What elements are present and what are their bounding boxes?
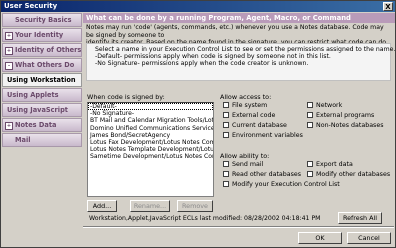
sidebar-item-label: Using Workstation xyxy=(7,76,76,84)
section-header: What can be done by a running Program, A… xyxy=(83,13,395,23)
rename-button[interactable]: Rename... xyxy=(130,200,170,212)
checkbox-box[interactable] xyxy=(307,171,313,177)
current-database-checkbox[interactable]: Current database xyxy=(223,122,287,130)
ability-label: Allow ability to: xyxy=(220,152,270,160)
list-item[interactable]: -No Signature- xyxy=(88,110,213,117)
sidebar-item-label: Mail xyxy=(15,136,31,144)
read-other-databases-checkbox[interactable]: Read other databases xyxy=(223,171,301,179)
checkbox-label: Read other databases xyxy=(232,171,302,178)
modify-other-databases-checkbox[interactable]: Modify other databases xyxy=(307,171,390,179)
checkbox-label: External code xyxy=(232,112,276,119)
sidebar-item-identity-of-others[interactable]: + Identity of Others xyxy=(2,43,82,57)
checkbox-box[interactable] xyxy=(307,122,313,128)
checkbox-label: File system xyxy=(232,102,268,109)
expand-icon[interactable]: + xyxy=(5,32,13,40)
user-security-window: User Security X Security Basics + Your I… xyxy=(0,0,396,248)
title-bar: User Security X xyxy=(1,1,395,12)
sidebar-item-using-applets[interactable]: Using Applets xyxy=(2,88,82,102)
sidebar-item-using-javascript[interactable]: Using JavaScript xyxy=(2,103,82,117)
checkbox-label: Current database xyxy=(232,122,287,129)
checkbox-label: Send mail xyxy=(232,161,264,168)
expand-icon[interactable]: + xyxy=(5,47,13,55)
network-checkbox[interactable]: Network xyxy=(307,102,342,110)
list-item[interactable]: Domino Unified Communications Services/L… xyxy=(88,125,213,132)
list-item[interactable]: BT Mail and Calendar Migration Tools/Lot… xyxy=(88,117,213,124)
sidebar-item-using-workstation[interactable]: Using Workstation xyxy=(2,73,82,87)
divider xyxy=(83,226,394,228)
sidebar-item-label: What Others Do xyxy=(15,61,75,69)
modify-ecl-checkbox[interactable]: Modify your Execution Control List xyxy=(223,181,340,189)
list-item[interactable]: -Default- xyxy=(88,103,213,111)
sidebar-item-label: Security Basics xyxy=(15,16,72,24)
checkbox-box[interactable] xyxy=(223,112,229,118)
sidebar-item-label: Using Applets xyxy=(7,91,59,99)
external-code-checkbox[interactable]: External code xyxy=(223,112,275,120)
list-item[interactable]: Lotus Notes Template Development/Lotus N… xyxy=(88,146,213,153)
close-button[interactable]: X xyxy=(383,2,393,11)
info-line: -No Signature- permissions apply when th… xyxy=(95,60,309,68)
checkbox-box[interactable] xyxy=(223,181,229,187)
checkbox-label: Export data xyxy=(316,161,353,168)
send-mail-checkbox[interactable]: Send mail xyxy=(223,161,263,169)
intro-line: Notes may run 'code' (agents, commands, … xyxy=(86,24,384,39)
cancel-button[interactable]: Cancel xyxy=(347,232,391,244)
list-item[interactable]: James Bond/SecretAgency xyxy=(88,132,213,139)
environment-variables-checkbox[interactable]: Environment variables xyxy=(223,132,303,140)
sidebar-item-label: Using JavaScript xyxy=(7,106,68,114)
export-data-checkbox[interactable]: Export data xyxy=(307,161,353,169)
add-button[interactable]: Add... xyxy=(87,200,117,212)
sidebar-item-label: Notes Data xyxy=(15,121,57,129)
last-modified-status: Workstation,Applet,JavaScript ECLs last … xyxy=(89,215,321,222)
checkbox-box[interactable] xyxy=(223,132,229,138)
sidebar-item-your-identity[interactable]: + Your Identity xyxy=(2,28,82,42)
sidebar-item-label: Your Identity xyxy=(15,31,64,39)
info-box: Select a name in your Execution Control … xyxy=(86,43,396,81)
checkbox-box[interactable] xyxy=(307,102,313,108)
signed-by-label: When code is signed by: xyxy=(87,93,165,101)
info-line: Select a name in your Execution Control … xyxy=(95,46,396,53)
checkbox-label: Non-Notes databases xyxy=(316,122,384,129)
info-line: -Default- permissions apply when code is… xyxy=(95,53,331,61)
list-item[interactable]: Lotus Fax Development/Lotus Notes Compan… xyxy=(88,139,213,146)
sidebar: Security Basics + Your Identity + Identi… xyxy=(2,13,82,147)
ok-button[interactable]: OK xyxy=(298,232,342,244)
checkbox-box[interactable] xyxy=(307,112,313,118)
checkbox-box[interactable] xyxy=(307,161,313,167)
checkbox-box[interactable] xyxy=(223,102,229,108)
remove-button[interactable]: Remove xyxy=(177,200,213,212)
sidebar-item-notes-data[interactable]: + Notes Data xyxy=(2,118,82,132)
expand-icon[interactable]: + xyxy=(5,122,13,130)
checkbox-label: External programs xyxy=(316,112,375,119)
collapse-icon[interactable]: - xyxy=(5,62,13,70)
checkbox-box[interactable] xyxy=(223,122,229,128)
checkbox-box[interactable] xyxy=(223,171,229,177)
checkbox-label: Modify your Execution Control List xyxy=(232,181,340,188)
sidebar-item-mail[interactable]: Mail xyxy=(2,133,82,147)
access-label: Allow access to: xyxy=(220,93,272,101)
execution-control-list[interactable]: -Default- -No Signature- BT Mail and Cal… xyxy=(87,102,214,197)
sidebar-item-what-others-do[interactable]: - What Others Do xyxy=(2,58,82,72)
sidebar-item-label: Identity of Others xyxy=(15,46,82,54)
checkbox-box[interactable] xyxy=(223,161,229,167)
list-item[interactable]: Sametime Development/Lotus Notes Compani xyxy=(88,153,213,160)
window-title: User Security xyxy=(4,2,58,10)
external-programs-checkbox[interactable]: External programs xyxy=(307,112,374,120)
checkbox-label: Modify other databases xyxy=(316,171,391,178)
checkbox-label: Network xyxy=(316,102,343,109)
checkbox-label: Environment variables xyxy=(232,132,303,139)
non-notes-databases-checkbox[interactable]: Non-Notes databases xyxy=(307,122,384,130)
file-system-checkbox[interactable]: File system xyxy=(223,102,267,110)
refresh-all-button[interactable]: Refresh All xyxy=(338,212,382,224)
sidebar-item-security-basics[interactable]: Security Basics xyxy=(2,13,82,27)
